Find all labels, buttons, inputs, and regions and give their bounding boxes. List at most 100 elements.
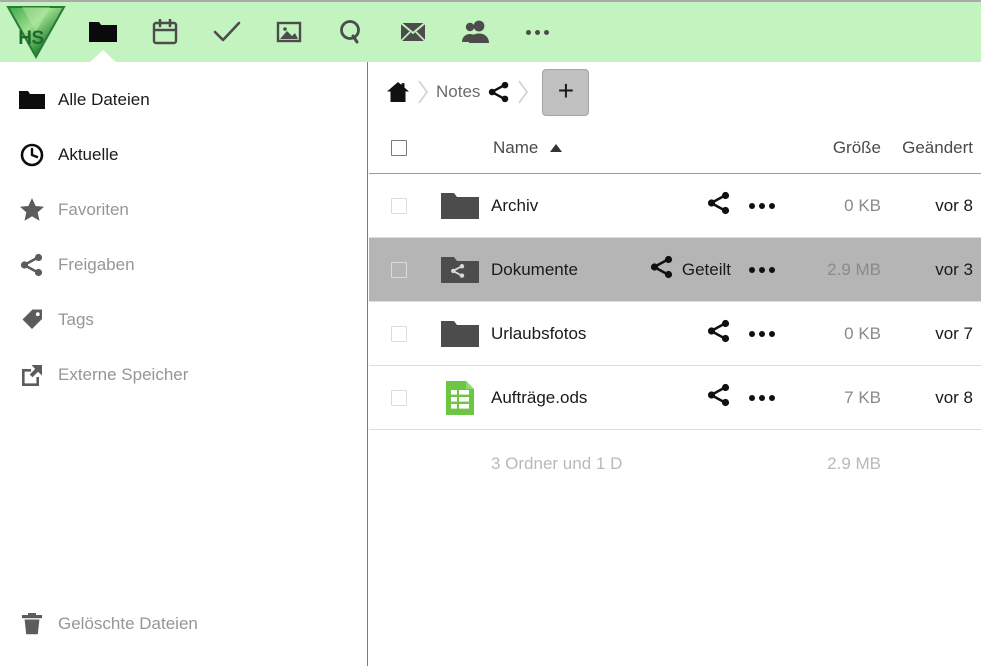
calendar-icon <box>152 19 178 45</box>
magnifier-icon <box>338 19 364 45</box>
home-icon <box>386 81 410 103</box>
row-name[interactable]: Archiv <box>491 196 623 216</box>
row-share-action[interactable] <box>623 383 731 412</box>
sidebar-item-label: Externe Speicher <box>58 364 189 384</box>
people-icon <box>461 20 489 44</box>
app-window: HS Alle Dateien Aktuelle Favoriten Freig… <box>0 0 981 666</box>
row-share-action[interactable]: Geteilt <box>623 255 731 284</box>
sort-ascending-icon <box>550 143 563 152</box>
row-actions-menu[interactable] <box>731 202 793 209</box>
breadcrumb-home[interactable] <box>386 81 410 103</box>
sidebar-item-tags[interactable]: Tags <box>0 292 367 347</box>
row-select-cell <box>369 325 429 342</box>
share-icon[interactable] <box>488 81 510 103</box>
table-row[interactable]: Aufträge.ods 7 KB vor 8 <box>369 366 981 430</box>
nav-item-mail[interactable] <box>382 1 444 63</box>
file-table: Name Größe Geändert Archiv 0 KB vor 8 Do… <box>369 122 981 498</box>
sidebar-item-label: Freigaben <box>58 254 135 274</box>
column-header-name-label: Name <box>493 137 539 157</box>
nav-item-search[interactable] <box>320 1 382 63</box>
sidebar-item-label: Alle Dateien <box>58 89 150 109</box>
ellipsis-icon <box>749 394 775 401</box>
sidebar-items: Alle Dateien Aktuelle Favoriten Freigabe… <box>0 62 367 402</box>
row-checkbox[interactable] <box>391 197 407 214</box>
folder-icon <box>10 89 54 111</box>
row-actions-menu[interactable] <box>731 330 793 337</box>
table-row[interactable]: Archiv 0 KB vor 8 <box>369 174 981 238</box>
share-icon <box>10 253 54 277</box>
breadcrumb-folder-label: Notes <box>436 82 481 101</box>
sidebar-item-favorites[interactable]: Favoriten <box>0 182 367 237</box>
table-summary-row: 3 Ordner und 1 Datei 2.9 MB <box>369 430 981 498</box>
row-modified: vor 7 <box>935 323 973 343</box>
row-size: 0 KB <box>844 195 881 215</box>
nav-item-photos[interactable] <box>258 1 320 63</box>
select-all-checkbox[interactable] <box>391 139 407 156</box>
row-name[interactable]: Aufträge.ods <box>491 388 623 408</box>
envelope-icon <box>400 22 426 42</box>
star-icon <box>10 197 54 222</box>
summary-size: 2.9 MB <box>827 454 881 473</box>
logo-triangle-icon <box>5 4 67 60</box>
folder-icon <box>89 20 117 44</box>
ellipsis-icon <box>749 266 775 273</box>
row-checkbox[interactable] <box>391 325 407 342</box>
ellipsis-icon <box>749 202 775 209</box>
row-size: 7 KB <box>844 387 881 407</box>
sidebar-item-shares[interactable]: Freigaben <box>0 237 367 292</box>
sidebar-item-label: Favoriten <box>58 199 129 219</box>
table-row[interactable]: Dokumente Geteilt 2.9 MB vor 3 <box>369 238 981 302</box>
nav-item-files[interactable] <box>72 1 134 63</box>
share-icon <box>707 191 731 220</box>
nav-item-more[interactable] <box>506 1 568 63</box>
sidebar-item-all-files[interactable]: Alle Dateien <box>0 72 367 127</box>
breadcrumb-separator-icon <box>410 80 436 104</box>
column-header-size[interactable]: Größe <box>793 138 889 158</box>
spreadsheet-icon <box>429 380 491 416</box>
share-icon <box>707 319 731 348</box>
column-header-name[interactable]: Name <box>491 138 623 158</box>
table-row[interactable]: Urlaubsfotos 0 KB vor 7 <box>369 302 981 366</box>
app-logo[interactable]: HS <box>0 1 72 63</box>
nav-item-tasks[interactable] <box>196 1 258 63</box>
row-actions-menu[interactable] <box>731 266 793 273</box>
sidebar-item-label: Gelöschte Dateien <box>58 613 198 633</box>
row-size: 0 KB <box>844 323 881 343</box>
row-checkbox[interactable] <box>391 261 407 278</box>
table-header-row: Name Größe Geändert <box>369 122 981 174</box>
external-link-icon <box>10 363 54 387</box>
folder-icon <box>429 319 491 349</box>
row-name[interactable]: Dokumente <box>491 260 623 280</box>
breadcrumb: Notes + <box>369 62 981 122</box>
sidebar-item-external-storage[interactable]: Externe Speicher <box>0 347 367 402</box>
row-actions-menu[interactable] <box>731 394 793 401</box>
column-header-modified[interactable]: Geändert <box>889 138 981 158</box>
trash-icon <box>10 612 54 636</box>
row-select-cell <box>369 261 429 278</box>
row-share-action[interactable] <box>623 319 731 348</box>
summary-text: 3 Ordner und 1 Datei <box>491 454 623 473</box>
row-modified: vor 3 <box>935 259 973 279</box>
row-modified: vor 8 <box>935 387 973 407</box>
nav-item-calendar[interactable] <box>134 1 196 63</box>
row-modified: vor 8 <box>935 195 973 215</box>
nav-item-contacts[interactable] <box>444 1 506 63</box>
row-shared-label: Geteilt <box>681 259 731 279</box>
row-checkbox[interactable] <box>391 389 407 406</box>
clock-icon <box>10 143 54 167</box>
ellipsis-icon <box>749 330 775 337</box>
row-size: 2.9 MB <box>827 259 881 279</box>
tag-icon <box>10 307 54 332</box>
breadcrumb-folder[interactable]: Notes <box>436 81 510 103</box>
sidebar-item-recent[interactable]: Aktuelle <box>0 127 367 182</box>
row-select-cell <box>369 197 429 214</box>
row-name[interactable]: Urlaubsfotos <box>491 324 623 344</box>
sidebar-bottom: Gelöschte Dateien <box>0 596 367 651</box>
new-item-button[interactable]: + <box>542 68 590 116</box>
folder-icon <box>429 191 491 221</box>
row-share-action[interactable] <box>623 191 731 220</box>
checkmark-icon <box>212 19 242 45</box>
share-icon <box>650 255 674 284</box>
sidebar-item-deleted-files[interactable]: Gelöschte Dateien <box>0 596 367 651</box>
top-navigation-bar: HS <box>0 0 981 62</box>
